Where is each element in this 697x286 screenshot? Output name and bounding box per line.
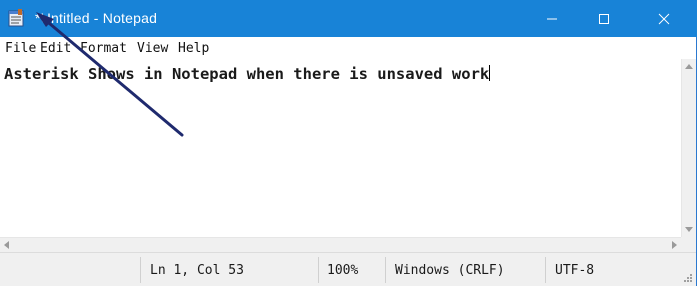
status-zoom: 100% xyxy=(327,263,359,278)
window-title: *Untitled - Notepad xyxy=(35,10,158,26)
status-separator xyxy=(385,257,386,283)
menu-format[interactable]: Format xyxy=(80,40,127,57)
resize-grip-icon[interactable] xyxy=(683,273,693,283)
menu-file[interactable]: File xyxy=(5,40,36,57)
menu-view[interactable]: View xyxy=(137,40,168,57)
scroll-down-icon[interactable] xyxy=(685,227,693,232)
status-separator xyxy=(140,257,141,283)
title-bar[interactable]: *Untitled - Notepad xyxy=(0,0,697,37)
maximize-icon xyxy=(599,13,609,24)
close-icon xyxy=(658,13,670,24)
notepad-app-icon[interactable] xyxy=(8,9,24,27)
status-separator xyxy=(318,257,319,283)
menu-edit[interactable]: Edit xyxy=(40,40,71,57)
close-button[interactable] xyxy=(641,0,687,37)
menu-bar: File Edit Format View Help xyxy=(0,37,696,59)
maximize-button[interactable] xyxy=(581,0,627,37)
scroll-left-icon[interactable] xyxy=(4,241,9,249)
status-encoding: UTF-8 xyxy=(555,263,595,278)
minimize-icon xyxy=(547,18,557,19)
status-line-ending: Windows (CRLF) xyxy=(395,263,505,278)
status-cursor-position: Ln 1, Col 53 xyxy=(150,263,244,278)
menu-help[interactable]: Help xyxy=(178,40,209,57)
scroll-up-icon[interactable] xyxy=(685,64,693,69)
status-separator xyxy=(545,257,546,283)
vertical-scrollbar[interactable] xyxy=(681,59,696,237)
notepad-window: *Untitled - Notepad File Edit Format Vie… xyxy=(0,0,697,286)
horizontal-scrollbar[interactable] xyxy=(0,237,681,252)
text-editor[interactable]: Asterisk Shows in Notepad when there is … xyxy=(0,59,681,237)
text-caret xyxy=(489,65,491,81)
editor-content[interactable]: Asterisk Shows in Notepad when there is … xyxy=(4,64,491,84)
status-bar: Ln 1, Col 53 100% Windows (CRLF) UTF-8 xyxy=(0,252,696,286)
scrollbar-corner xyxy=(681,237,696,252)
scroll-right-icon[interactable] xyxy=(672,241,677,249)
minimize-button[interactable] xyxy=(529,0,575,37)
